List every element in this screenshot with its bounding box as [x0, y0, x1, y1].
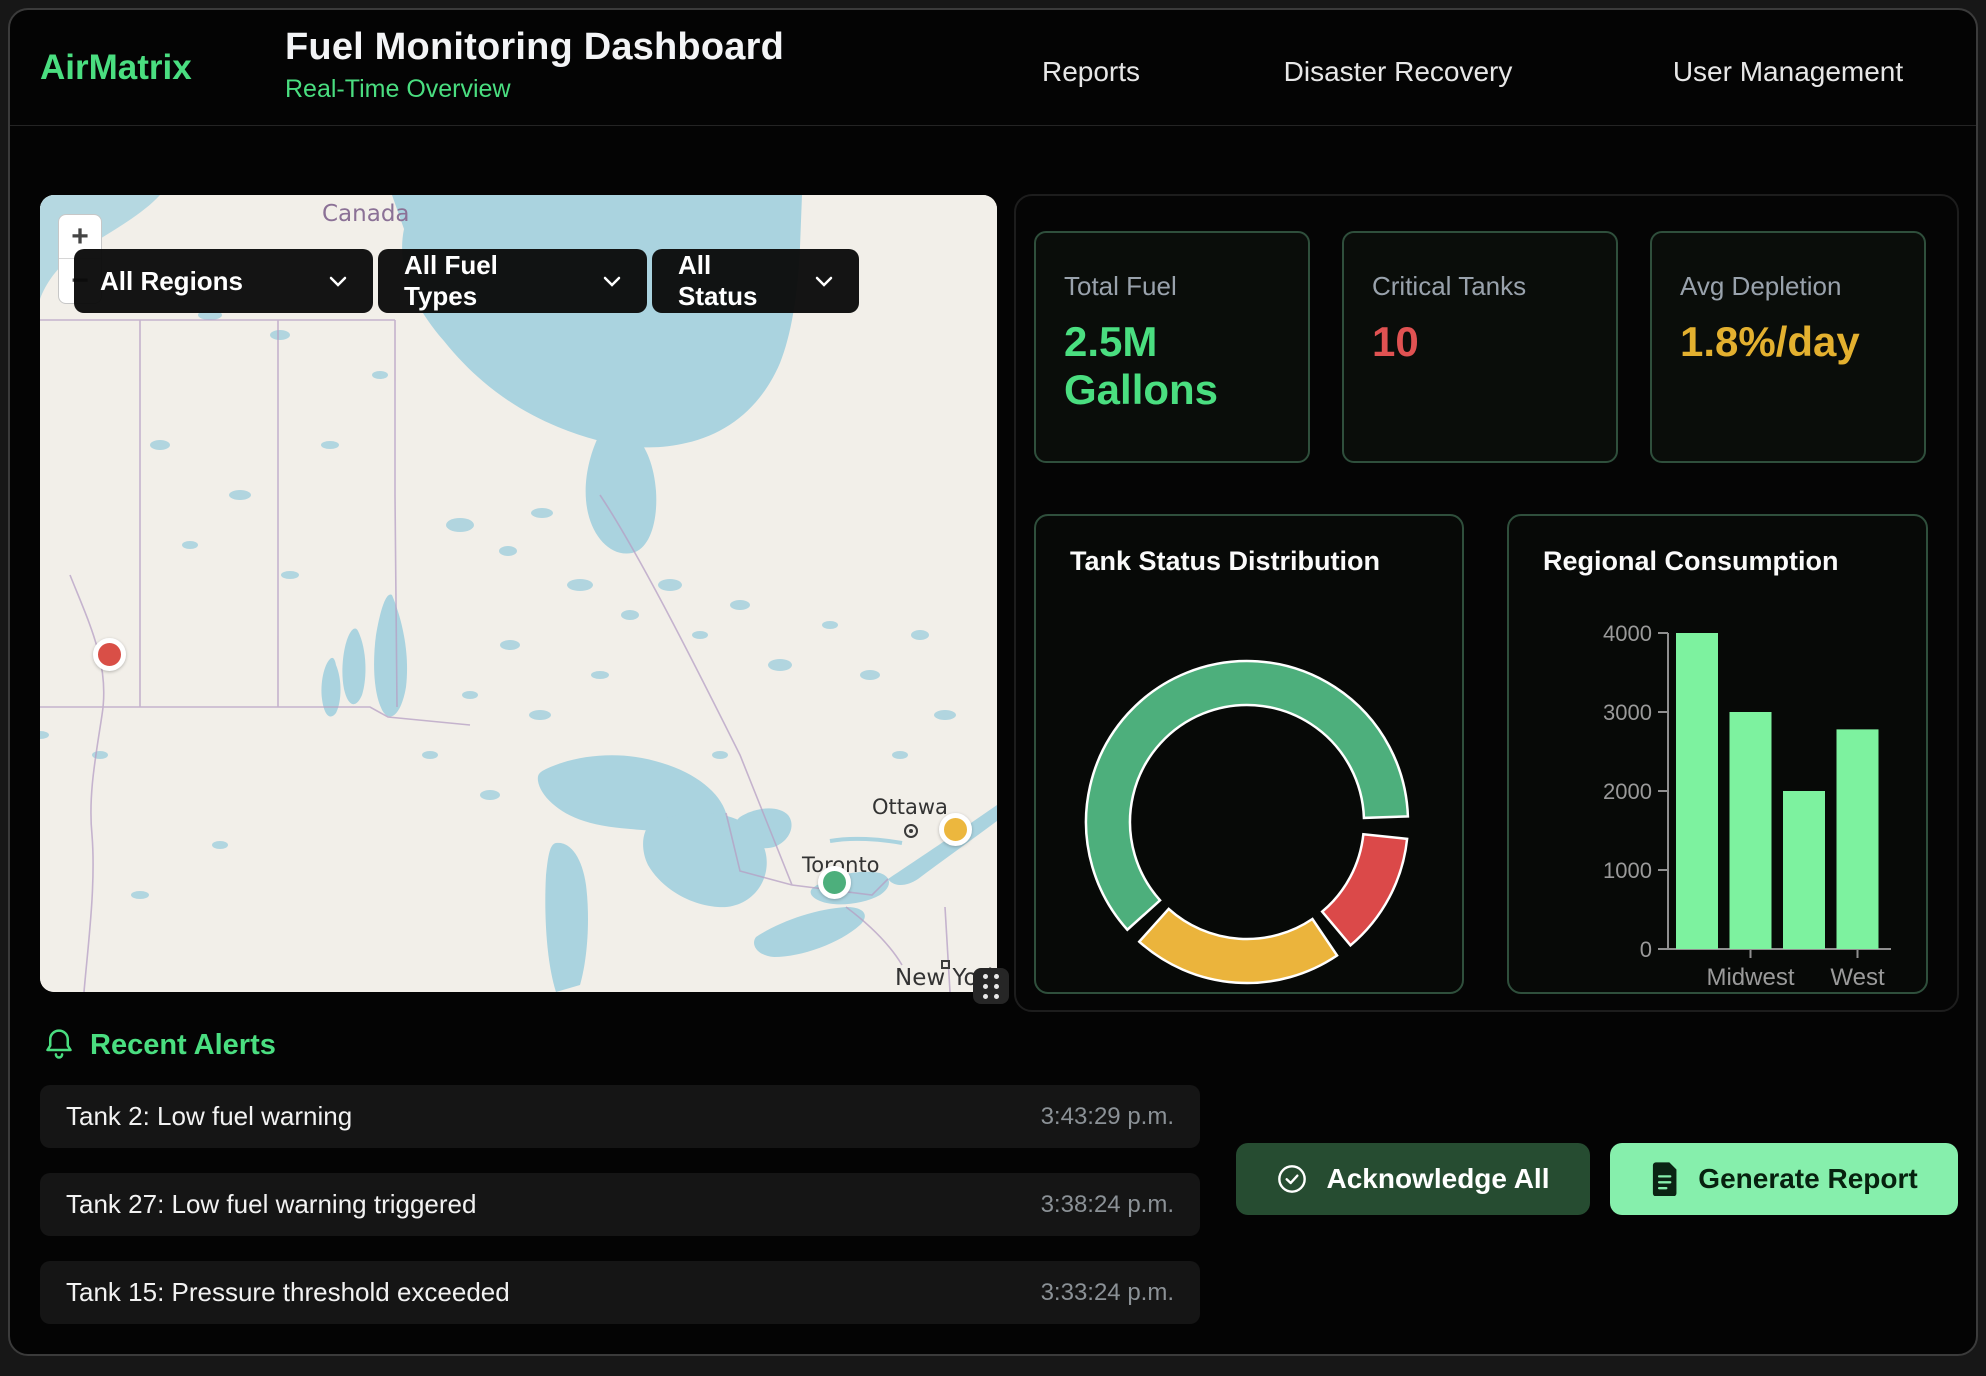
nav-disaster-recovery[interactable]: Disaster Recovery — [1284, 56, 1513, 88]
donut-segment-warning — [1139, 909, 1337, 983]
chevron-down-icon — [787, 276, 833, 287]
region-filter-select[interactable]: All Regions — [74, 249, 373, 313]
alert-time: 3:38:24 p.m. — [1041, 1191, 1174, 1219]
report-document-icon — [1650, 1162, 1680, 1196]
tank-status-chart-card: Tank Status Distribution — [1034, 514, 1464, 994]
app-header: AirMatrix Fuel Monitoring Dashboard Real… — [10, 10, 1976, 126]
chart-title: Regional Consumption — [1543, 546, 1838, 577]
bar-region-0 — [1676, 633, 1718, 949]
acknowledge-all-label: Acknowledge All — [1326, 1163, 1549, 1195]
acknowledge-all-button[interactable]: Acknowledge All — [1236, 1143, 1590, 1215]
stat-label: Total Fuel — [1064, 271, 1280, 302]
stat-value: 10 — [1372, 318, 1587, 366]
alert-text: Tank 15: Pressure threshold exceeded — [66, 1277, 510, 1308]
chart-title: Tank Status Distribution — [1070, 546, 1380, 577]
y-tick-label: 3000 — [1603, 700, 1652, 725]
map-resize-handle[interactable] — [973, 968, 1009, 1004]
regional-consumption-bar-chart: 0 1000 2000 3000 4000 Midwest West — [1509, 516, 1930, 996]
stat-card-avg-depletion: Avg Depletion 1.8%/day — [1650, 231, 1926, 463]
alert-text: Tank 2: Low fuel warning — [66, 1101, 352, 1132]
alert-time: 3:33:24 p.m. — [1041, 1279, 1174, 1307]
alert-time: 3:43:29 p.m. — [1041, 1103, 1174, 1131]
x-tick-label: West — [1830, 964, 1885, 991]
stat-label: Critical Tanks — [1372, 271, 1588, 302]
generate-report-button[interactable]: Generate Report — [1610, 1143, 1958, 1215]
dashboard-shell: AirMatrix Fuel Monitoring Dashboard Real… — [8, 8, 1978, 1356]
stat-label: Avg Depletion — [1680, 271, 1896, 302]
stat-value: 2.5M Gallons — [1064, 318, 1279, 414]
y-tick-label: 4000 — [1603, 621, 1652, 646]
map-label-canada: Canada — [322, 201, 410, 227]
page-subtitle: Real-Time Overview — [285, 75, 784, 104]
tank-marker-critical[interactable] — [93, 638, 126, 671]
tank-marker-normal[interactable] — [818, 866, 851, 899]
alert-row[interactable]: Tank 2: Low fuel warning 3:43:29 p.m. — [40, 1085, 1200, 1148]
status-filter-select[interactable]: All Status — [652, 249, 859, 313]
bar-region-2 — [1783, 791, 1825, 949]
y-tick-label: 2000 — [1603, 779, 1652, 804]
check-circle-icon — [1276, 1163, 1308, 1195]
tank-marker-warning[interactable] — [939, 813, 972, 846]
regional-consumption-chart-card: Regional Consumption 0 1000 2000 3000 4000 Mi… — [1507, 514, 1928, 994]
alert-row[interactable]: Tank 27: Low fuel warning triggered 3:38… — [40, 1173, 1200, 1236]
bar-region-3 — [1837, 729, 1879, 949]
y-tick-label: 1000 — [1603, 858, 1652, 883]
alert-row[interactable]: Tank 15: Pressure threshold exceeded 3:3… — [40, 1261, 1200, 1324]
y-tick-label: 0 — [1640, 937, 1652, 962]
generate-report-label: Generate Report — [1698, 1163, 1917, 1195]
stat-value: 1.8%/day — [1680, 318, 1895, 366]
page-title: Fuel Monitoring Dashboard — [285, 26, 784, 69]
fuel-type-filter-select[interactable]: All Fuel Types — [378, 249, 647, 313]
x-tick-label: Midwest — [1706, 964, 1794, 991]
fuel-map[interactable]: Canada Ottawa Toronto New York + − All R… — [40, 195, 997, 992]
donut-segment-critical — [1322, 834, 1407, 945]
map-filter-bar: All Regions All Fuel Types All Status — [74, 249, 859, 313]
stat-card-critical-tanks: Critical Tanks 10 — [1342, 231, 1618, 463]
alerts-title: Recent Alerts — [90, 1029, 276, 1062]
region-filter-value: All Regions — [100, 266, 243, 297]
map-label-ottawa: Ottawa — [872, 795, 948, 819]
nav-reports[interactable]: Reports — [1042, 56, 1140, 88]
fuel-filter-value: All Fuel Types — [404, 250, 575, 312]
title-block: Fuel Monitoring Dashboard Real-Time Over… — [285, 26, 784, 104]
brand-logo: AirMatrix — [40, 48, 192, 88]
overview-panel: Total Fuel 2.5M Gallons Critical Tanks 1… — [1014, 194, 1959, 1012]
chevron-down-icon — [301, 276, 347, 287]
status-filter-value: All Status — [678, 250, 787, 312]
alerts-header: Recent Alerts — [44, 1028, 276, 1062]
chevron-down-icon — [575, 276, 621, 287]
alert-text: Tank 27: Low fuel warning triggered — [66, 1189, 476, 1220]
tank-status-donut-chart — [1036, 516, 1466, 996]
bell-icon — [44, 1028, 74, 1062]
nav-user-management[interactable]: User Management — [1673, 56, 1903, 88]
stat-card-total-fuel: Total Fuel 2.5M Gallons — [1034, 231, 1310, 463]
bar-region-1 — [1730, 712, 1772, 949]
